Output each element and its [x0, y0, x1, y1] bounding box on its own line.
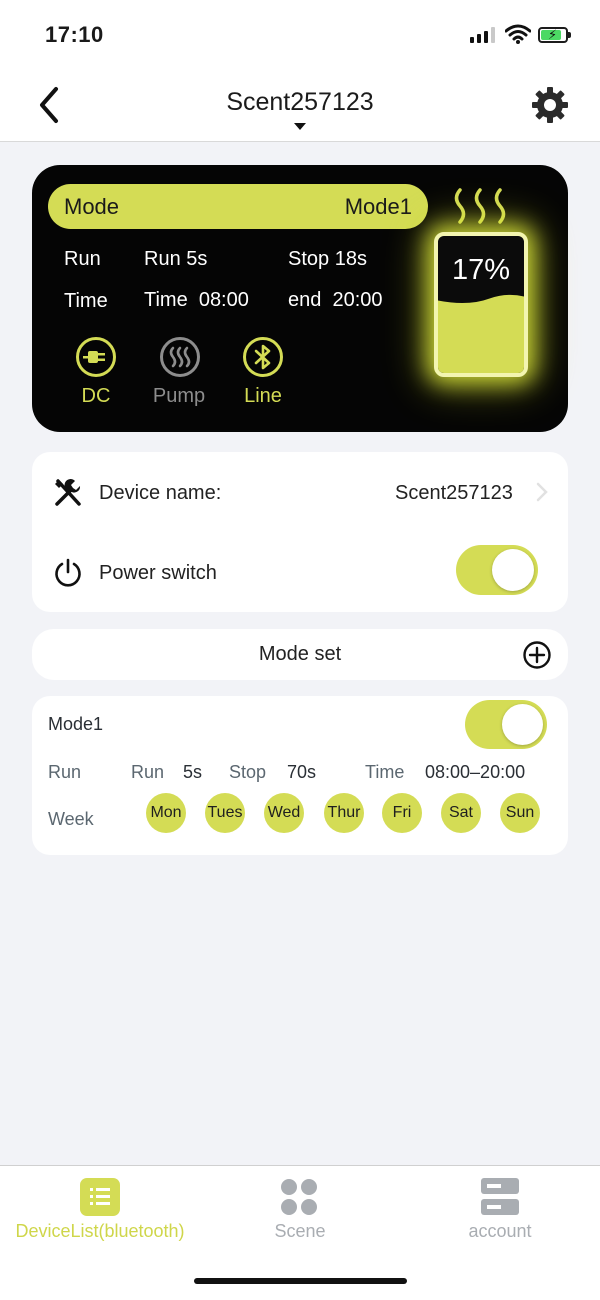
day-chip-thur[interactable]: Thur	[324, 793, 364, 833]
server-icon[interactable]	[480, 1177, 520, 1217]
indicator-label-line: Line	[244, 385, 282, 407]
day-chip-sun[interactable]: Sun	[500, 793, 540, 833]
tab-devicelist[interactable]: DeviceList(bluetooth)	[0, 1221, 200, 1242]
tools-icon	[55, 479, 81, 506]
plug-icon	[76, 337, 116, 377]
device-name-label: Device name:	[99, 482, 222, 504]
fragrance-tank-gauge: 17%	[434, 232, 528, 377]
cellular-signal-icon	[470, 27, 495, 43]
status-time: 17:10	[45, 22, 104, 47]
indicator-label-pump: Pump	[152, 385, 206, 407]
heat-icon	[160, 337, 200, 377]
day-chip-tues[interactable]: Tues	[205, 793, 245, 833]
mode-run-text: Run	[131, 762, 165, 782]
home-indicator	[194, 1278, 407, 1284]
toggle-knob	[502, 704, 543, 745]
bluetooth-icon	[243, 337, 283, 377]
chevron-right-icon[interactable]	[536, 480, 548, 504]
steam-icon	[454, 188, 506, 224]
mode-run-value: 5s	[183, 762, 203, 782]
time-label: Time	[64, 290, 108, 312]
tab-scene[interactable]: Scene	[200, 1221, 400, 1242]
mode-stop-text: Stop	[229, 762, 267, 782]
mode-label: Mode	[64, 194, 120, 219]
add-mode-icon[interactable]	[522, 640, 552, 670]
mode-value: Mode1	[344, 194, 412, 219]
gear-icon[interactable]	[530, 85, 570, 125]
mode-run-label: Run	[48, 762, 82, 782]
mode-enable-toggle[interactable]	[465, 700, 547, 749]
power-switch-toggle[interactable]	[456, 545, 538, 595]
day-chip-fri[interactable]: Fri	[382, 793, 422, 833]
list-icon[interactable]	[80, 1178, 120, 1216]
toggle-knob	[492, 549, 534, 591]
stop-value: Stop 18s	[288, 248, 367, 270]
tank-level-percent: 17%	[451, 254, 511, 286]
current-mode-pill: Mode Mode1	[48, 184, 428, 229]
power-icon	[55, 558, 81, 587]
time-value: Time 08:00	[144, 289, 249, 311]
mode-stop-value: 70s	[287, 762, 317, 782]
page-title[interactable]: Scent257123	[0, 88, 600, 117]
device-name-value[interactable]: Scent257123	[395, 482, 513, 505]
mode-week-label: Week	[48, 809, 94, 829]
battery-icon: ⚡	[538, 27, 571, 43]
mode-time-value: 08:00–20:00	[425, 762, 526, 782]
run-label: Run	[64, 248, 101, 270]
power-switch-label: Power switch	[99, 562, 217, 584]
end-value: end 20:00	[288, 289, 383, 311]
tab-account[interactable]: account	[400, 1221, 600, 1242]
caret-down-icon[interactable]	[294, 123, 306, 130]
mode-set-label: Mode set	[258, 643, 342, 665]
day-chip-mon[interactable]: Mon	[146, 793, 186, 833]
wifi-icon	[505, 24, 531, 44]
mode-time-text: Time	[365, 762, 405, 782]
mode-entry-name: Mode1	[48, 714, 104, 734]
grid-icon[interactable]	[280, 1178, 318, 1216]
indicator-label-dc: DC	[81, 385, 111, 407]
day-chip-sat[interactable]: Sat	[441, 793, 481, 833]
day-chip-wed[interactable]: Wed	[264, 793, 304, 833]
run-value: Run 5s	[144, 248, 208, 270]
